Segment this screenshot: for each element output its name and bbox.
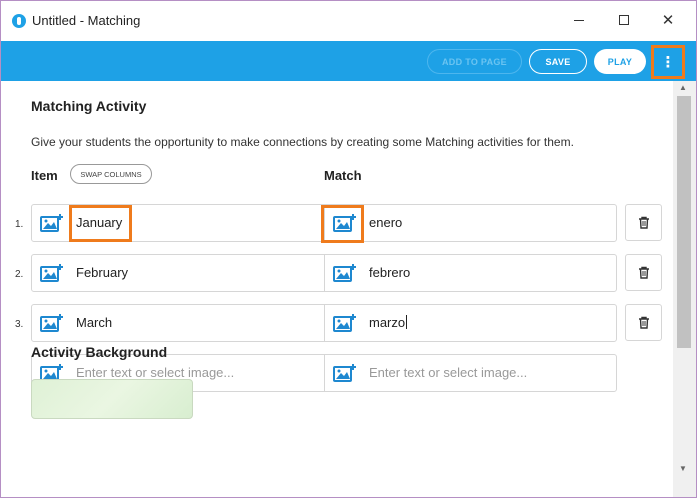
item-input[interactable]: March	[76, 315, 112, 330]
delete-row-button[interactable]	[625, 254, 662, 291]
play-button[interactable]: PLAY	[594, 49, 646, 74]
minimize-button[interactable]	[564, 9, 594, 31]
title-bar: Untitled - Matching ✕	[1, 1, 696, 39]
maximize-icon	[619, 15, 629, 25]
scroll-thumb[interactable]	[677, 96, 691, 348]
match-input[interactable]: enero	[369, 215, 402, 230]
close-button[interactable]: ✕	[653, 9, 683, 31]
item-column-header: Item	[31, 168, 58, 183]
window-title: Untitled - Matching	[32, 13, 141, 28]
text-cursor	[406, 315, 408, 329]
highlight-january	[69, 205, 132, 242]
trash-icon	[638, 216, 649, 229]
match-input[interactable]: marzo	[369, 315, 408, 330]
row-number: 1.	[15, 219, 24, 230]
match-input[interactable]: febrero	[369, 265, 410, 280]
maximize-button[interactable]	[609, 9, 639, 31]
new-item-input[interactable]: Enter text or select image...	[76, 365, 234, 380]
item-input[interactable]: February	[76, 265, 128, 280]
add-image-icon[interactable]	[333, 313, 357, 333]
match-column-header: Match	[324, 168, 362, 183]
activity-heading: Matching Activity	[31, 98, 147, 114]
new-match-input[interactable]: Enter text or select image...	[369, 365, 527, 380]
add-to-page-button[interactable]: ADD TO PAGE	[427, 49, 522, 74]
more-options-button[interactable]: ⋮	[651, 45, 685, 79]
toolbar: ADD TO PAGE SAVE PLAY	[1, 41, 696, 81]
add-image-icon[interactable]	[333, 263, 357, 283]
app-logo-icon	[12, 14, 26, 28]
vertical-scrollbar[interactable]: ▲ ▼	[673, 81, 696, 497]
add-image-icon[interactable]	[40, 263, 64, 283]
add-image-icon[interactable]	[40, 213, 64, 233]
add-image-icon[interactable]	[40, 313, 64, 333]
minimize-icon	[574, 19, 584, 21]
scroll-up-icon[interactable]: ▲	[679, 83, 687, 92]
more-vertical-icon: ⋮	[660, 54, 676, 71]
row-number: 2.	[15, 269, 24, 280]
match-row-3: March marzo	[31, 304, 617, 342]
trash-icon	[638, 266, 649, 279]
highlight-image-button	[321, 205, 364, 243]
app-window: Untitled - Matching ✕ ADD TO PAGE SAVE P…	[0, 0, 697, 498]
delete-row-button[interactable]	[625, 204, 662, 241]
trash-icon	[638, 316, 649, 329]
row-number: 3.	[15, 319, 24, 330]
delete-row-button[interactable]	[625, 304, 662, 341]
row-divider	[324, 305, 325, 341]
match-row-2: February febrero	[31, 254, 617, 292]
row-divider	[324, 255, 325, 291]
row-divider	[324, 355, 325, 391]
match-input-value: marzo	[369, 315, 406, 330]
swap-columns-button[interactable]: SWAP COLUMNS	[70, 164, 152, 184]
add-image-icon[interactable]	[333, 363, 357, 383]
save-button[interactable]: SAVE	[529, 49, 587, 74]
scroll-down-icon[interactable]: ▼	[679, 464, 687, 473]
background-heading: Activity Background	[31, 344, 168, 360]
activity-description: Give your students the opportunity to ma…	[31, 135, 574, 149]
background-thumbnail[interactable]	[31, 379, 193, 419]
